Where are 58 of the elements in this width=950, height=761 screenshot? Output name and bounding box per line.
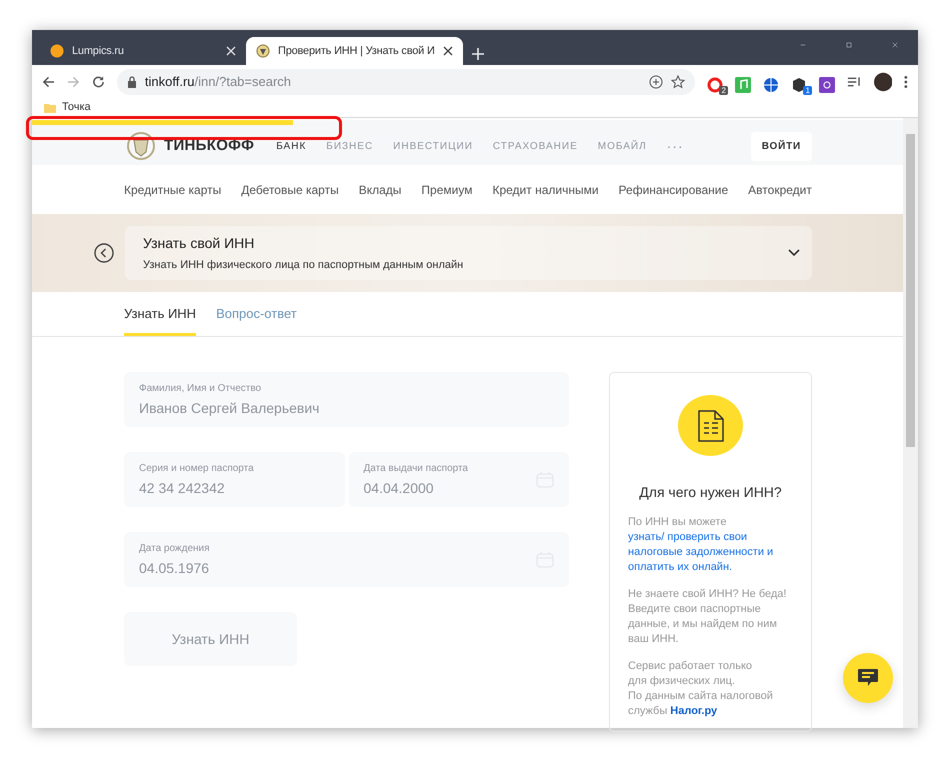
square-logo-icon[interactable] [818,77,835,94]
field-label: Серия и номер паспорта [139,462,255,476]
link[interactable]: Налог.ру [670,705,718,717]
bookmark[interactable]: Точка [62,99,91,116]
star-icon[interactable] [670,74,685,88]
page-tab[interactable]: Узнать ИНН [124,292,196,336]
banner-panel[interactable]: Узнать свой ИНН Узнать ИНН физического лица по паспортным данным онлайн [125,226,812,280]
field-value: 42 34 242342 [139,478,226,498]
field-label: Дата выдачи паспорта [364,462,469,476]
browser-tab[interactable]: Проверить ИНН | Узнать свой И [246,37,463,65]
close-icon[interactable] [442,46,453,56]
nav-link[interactable]: БАНК [276,138,306,154]
browser-tab[interactable]: Lumpics.ru [40,37,246,65]
logo-text: ТИНЬКОФФ [164,136,254,156]
nav-link[interactable]: Премиум [421,180,472,198]
nav-link[interactable]: Автокредит [748,180,812,198]
nav-link[interactable]: Кредит наличными [492,180,599,198]
card-title: Для чего нужен ИНН? [639,483,782,502]
media-list-icon[interactable] [846,74,862,88]
card-paragraph: По ИНН вы можете узнать/ проверить свои налоговые задолженности и оплатить их онлайн. [628,515,793,575]
card-paragraph: Не знаете свой ИНН? Не беда! Введите свои паспортные данные, и мы найдем по ним ваш ИНН. [628,587,788,647]
chevron-down-icon[interactable] [788,249,800,257]
extension-badge: 2 [719,86,728,94]
back-circle-icon[interactable] [94,243,114,263]
banner-subtitle: Узнать ИНН физического лица по паспортным данным онлайн [143,258,464,273]
cube-icon[interactable] [790,77,807,94]
field-value: 04.05.1976 [139,558,210,578]
crest-icon [256,44,270,58]
link[interactable]: узнать/ проверить свои налоговые задолженности и оплатить их онлайн. [628,530,793,575]
reload-icon[interactable] [92,74,105,88]
document-icon [698,410,724,442]
address-bar[interactable]: tinkoff.ru/inn/?tab=search [116,68,695,94]
field-value: Иванов Сергей Валерьевич [139,398,320,418]
site-favicon-icon [50,44,64,58]
banner-title: Узнать свой ИНН [143,234,256,253]
chat-icon [857,668,879,688]
url-text: tinkoff.ru/inn/?tab=search [144,72,292,91]
folder-icon [44,102,56,112]
field-label: Дата рождения [139,542,211,556]
scrollbar[interactable] [903,118,918,728]
plus-icon[interactable] [470,47,485,61]
nav-link[interactable]: Дебетовые карты [241,180,339,198]
ring-icon[interactable] [706,77,723,94]
add-circle-icon[interactable] [648,74,663,88]
lock-icon [126,76,137,88]
field-value: 04.04.2000 [364,478,435,498]
card-paragraph: Сервис работает только для физических лиц. По данным сайта налоговой службы Налог.ру [628,659,774,719]
extension-badge: 1 [803,86,812,94]
menu-icon[interactable] [904,74,908,88]
login-button[interactable]: ВОЙТИ [750,132,812,160]
nav-link[interactable]: Вклады [358,180,402,198]
crest-icon [124,131,158,161]
nav-link[interactable]: Кредитные карты [124,180,222,198]
globe-icon[interactable] [762,77,779,94]
field-label: Фамилия, Имя и Отчество [139,382,262,396]
nav-link[interactable]: Рефинансирование [618,180,728,198]
back-arrow-icon[interactable] [42,74,55,88]
avatar-icon[interactable] [874,72,892,92]
